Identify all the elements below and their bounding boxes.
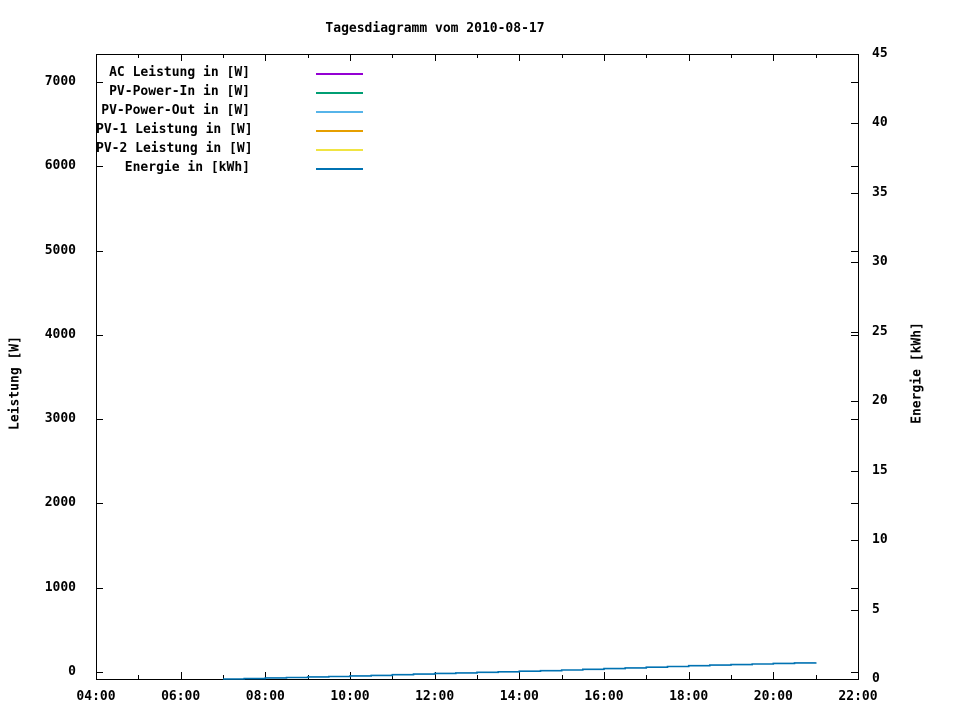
- y-left-tick-label: 2000: [44, 495, 76, 511]
- chart-page: { "title": "Tagesdiagramm vom 2010-08-17…: [0, 0, 960, 720]
- y-left-tick-label: 4000: [44, 326, 76, 342]
- y-left-tick-label: 5000: [44, 242, 76, 258]
- y-left-tick-label: 7000: [44, 73, 76, 89]
- x-axis-tick-label: 22:00: [838, 689, 878, 704]
- legend: AC Leistung in [W] PV-Power-In in [W] PV-P…: [96, 63, 363, 177]
- y-right-tick-label: 45: [872, 46, 888, 61]
- legend-row: PV-1 Leistung in [W]: [96, 120, 363, 139]
- legend-row: PV-Power-In in [W]: [96, 82, 363, 101]
- y-right-tick-label: 15: [872, 462, 888, 478]
- x-axis-tick-label: 06:00: [161, 689, 201, 704]
- legend-row: PV-Power-Out in [W]: [96, 101, 363, 120]
- y-right-tick-label: 40: [872, 115, 888, 131]
- x-axis-tick-label: 04:00: [76, 689, 116, 704]
- x-axis-tick-label: 20:00: [753, 689, 793, 704]
- y-left-tick-label: 3000: [44, 411, 76, 427]
- legend-label: PV-Power-In in [W]: [109, 84, 250, 99]
- y-right-tick-label: 25: [872, 323, 888, 339]
- legend-row: PV-2 Leistung in [W]: [96, 139, 363, 158]
- y-left-tick-label: 0: [68, 664, 76, 679]
- legend-line-sample: [316, 149, 363, 151]
- x-axis-tick-label: 10:00: [330, 689, 370, 704]
- y-right-tick-label: 10: [872, 532, 888, 548]
- legend-line-sample: [316, 111, 363, 113]
- x-axis-tick-label: 12:00: [415, 689, 455, 704]
- legend-row: Energie in [kWh]: [96, 158, 363, 177]
- y-left-tick-label: 1000: [44, 579, 76, 595]
- y-right-tick-label: 5: [872, 601, 880, 617]
- legend-line-sample: [316, 130, 363, 132]
- legend-line-sample: [316, 73, 363, 75]
- legend-label: PV-1 Leistung in [W]: [96, 122, 253, 137]
- legend-label: PV-2 Leistung in [W]: [96, 141, 253, 156]
- legend-label: PV-Power-Out in [W]: [101, 103, 250, 118]
- y-right-tick-label: 20: [872, 393, 888, 409]
- legend-line-sample: [316, 92, 363, 94]
- x-axis-tick-label: 18:00: [669, 689, 709, 704]
- legend-label: Energie in [kWh]: [124, 160, 250, 175]
- x-axis-tick-label: 16:00: [584, 689, 624, 704]
- y-right-tick-label: 35: [872, 184, 888, 200]
- legend-label: AC Leistung in [W]: [109, 65, 250, 80]
- x-axis-tick-label: 14:00: [499, 689, 539, 704]
- y-right-tick-label: 30: [872, 254, 888, 270]
- legend-line-sample: [316, 168, 363, 170]
- y-left-tick-label: 6000: [44, 158, 76, 174]
- y-right-tick-label: 0: [872, 671, 880, 686]
- legend-row: AC Leistung in [W]: [96, 63, 363, 82]
- x-axis-tick-label: 08:00: [245, 689, 285, 704]
